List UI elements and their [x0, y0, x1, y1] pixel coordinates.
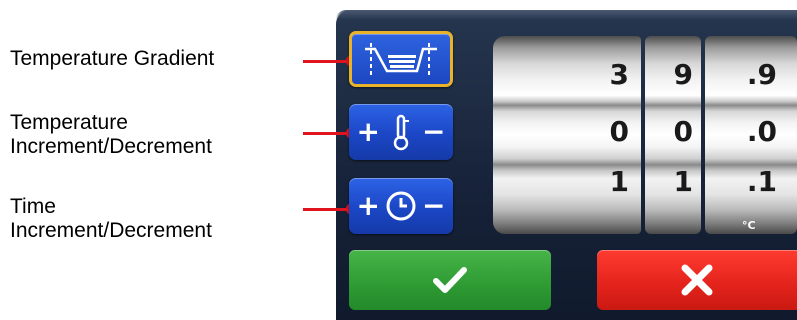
annotation-time-increment: Time Increment/Decrement [10, 195, 212, 243]
annotation-temperature-increment: Temperature Increment/Decrement [10, 111, 212, 159]
drum-digit: 9 [673, 58, 693, 91]
time-step-button[interactable]: + − [349, 178, 453, 234]
drum-digit: 1 [673, 165, 693, 198]
gradient-block-icon [365, 43, 437, 77]
cancel-button[interactable] [597, 250, 797, 310]
thermometer-icon [393, 114, 409, 151]
annotation-line: Increment/Decrement [10, 219, 212, 242]
temperature-gradient-button[interactable] [349, 31, 453, 87]
annotation-line: Temperature [10, 111, 128, 134]
drum-digit: 3 [609, 58, 629, 91]
confirm-button[interactable] [349, 250, 551, 310]
drum-digit: 0 [673, 115, 693, 148]
checkmark-icon [433, 267, 467, 293]
drum-digit: 1 [609, 165, 629, 198]
plus-icon: + [356, 189, 380, 222]
temperature-drum-display: 3 9 .9 0 0 .0 1 1 .1 [493, 36, 797, 234]
x-icon [681, 264, 713, 296]
plus-icon: + [356, 115, 380, 148]
clock-icon [386, 191, 416, 221]
temperature-step-button[interactable]: + − [349, 104, 453, 160]
minus-icon: − [422, 189, 446, 222]
annotation-temperature-gradient: Temperature Gradient [10, 47, 214, 71]
drum-digit: .1 [746, 165, 777, 198]
drum-digit: .0 [746, 115, 777, 148]
minus-icon: − [422, 115, 446, 148]
annotation-line: Temperature Gradient [10, 47, 215, 70]
drum-digit: .9 [746, 58, 777, 91]
annotation-line: Increment/Decrement [10, 135, 212, 158]
annotation-line: Time [10, 195, 56, 218]
unit-label: °C [742, 219, 756, 232]
drum-digit: 0 [609, 115, 629, 148]
